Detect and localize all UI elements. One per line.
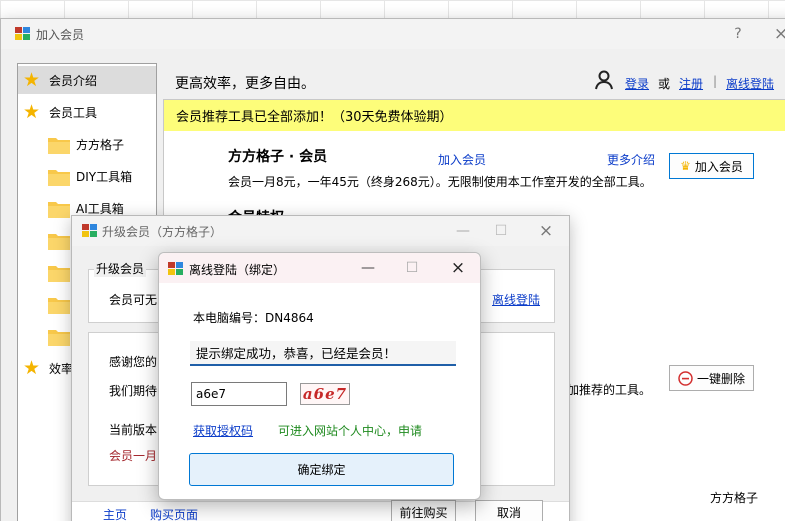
captcha-image[interactable]: a6e7: [300, 383, 350, 405]
delete-all-button[interactable]: 一键删除: [669, 365, 754, 391]
register-link[interactable]: 注册: [679, 75, 703, 92]
auth-code-input[interactable]: a6e7: [191, 382, 287, 406]
promo-banner-text: 会员推荐工具已全部添加！（30天免费体验期）: [176, 110, 453, 125]
promo-banner: 会员推荐工具已全部添加！（30天免费体验期）: [164, 100, 785, 131]
main-window-title: 加入会员: [36, 28, 85, 42]
sidebar-item-label: 会员介绍: [49, 73, 98, 88]
upgrade-maximize-button[interactable]: ☐: [491, 221, 511, 241]
star-icon: ★: [23, 357, 41, 379]
upgrade-close-button[interactable]: ×: [536, 221, 556, 241]
sidebar-folder-7[interactable]: [48, 322, 70, 350]
membership-title: 方方格子 · 会员: [228, 149, 328, 165]
status-textbox[interactable]: 提示绑定成功，恭喜，已经是会员！: [190, 341, 456, 366]
join-member-button[interactable]: ♛ 加入会员: [669, 153, 754, 179]
upgrade-offline-login-link[interactable]: 离线登陆: [492, 291, 540, 308]
main-close-button[interactable]: ×: [771, 24, 785, 44]
home-link[interactable]: 主页: [103, 506, 127, 521]
upgrade-group-label: 升级会员: [94, 260, 147, 277]
sidebar-folder-6[interactable]: [48, 290, 70, 318]
captcha-text: a6e7: [302, 385, 348, 403]
expect-text: 我们期待: [109, 384, 158, 398]
slogan-text: 更高效率，更多自由。: [175, 76, 315, 92]
crown-icon: ♛: [680, 159, 691, 173]
pc-number-label: 本电脑编号：DN4864: [193, 311, 314, 325]
folder-icon: [48, 136, 70, 154]
app-icon: [15, 27, 30, 40]
offline-maximize-button[interactable]: ☐: [402, 258, 422, 278]
member-text: 会员可无: [109, 293, 158, 307]
join-member-button-label: 加入会员: [694, 159, 743, 174]
main-title-bar[interactable]: 加入会员 ? ×: [1, 19, 785, 49]
cancel-button[interactable]: 取消: [475, 500, 543, 521]
offline-login-dialog: 离线登陆（绑定） — ☐ × 本电脑编号：DN4864 提示绑定成功，恭喜，已经…: [158, 252, 481, 500]
get-auth-code-link[interactable]: 获取授权码: [193, 422, 253, 439]
delete-all-button-label: 一键删除: [696, 371, 745, 386]
header-separator: |: [713, 74, 718, 88]
membership-desc: 会员一月8元，一年45元（终身268元）。无限制使用本工作室开发的全部工具。: [228, 175, 652, 189]
app-icon: [82, 224, 97, 237]
price-text: 会员一月: [109, 449, 158, 463]
thanks-text: 感谢您的: [109, 355, 158, 369]
folder-icon: [48, 168, 70, 186]
status-text: 提示绑定成功，恭喜，已经是会员！: [196, 346, 397, 361]
goto-buy-button[interactable]: 前往购买: [391, 500, 456, 521]
sidebar-item-label: 效率: [49, 361, 74, 376]
footer-brand: 方方格子: [710, 491, 759, 505]
or-text: 或: [658, 77, 671, 91]
folder-icon: [48, 264, 70, 282]
folder-icon: [48, 200, 70, 218]
sidebar-folder-5[interactable]: [48, 258, 70, 286]
sidebar-item-label: 会员工具: [49, 105, 98, 120]
upgrade-minimize-button[interactable]: —: [453, 221, 473, 241]
folder-icon: [48, 296, 70, 314]
sidebar-item-label: AI工具箱: [76, 201, 124, 216]
hint-text: 可进入网站个人中心，申请: [278, 424, 423, 438]
sidebar-item-fangfang[interactable]: 方方格子: [48, 130, 124, 158]
offline-dialog-title: 离线登陆（绑定）: [189, 263, 286, 277]
sidebar-item-diy-toolbox[interactable]: DIY工具箱: [48, 162, 132, 190]
buy-page-link[interactable]: 购买页面: [150, 506, 198, 521]
sidebar-item-member-tools[interactable]: ★ 会员工具: [18, 98, 97, 126]
offline-login-link[interactable]: 离线登陆: [726, 75, 774, 92]
sidebar-item-efficiency[interactable]: ★ 效率: [18, 354, 73, 382]
folder-icon: [48, 232, 70, 250]
recommend-text: 加推荐的工具。: [567, 383, 652, 397]
auth-code-value: a6e7: [196, 387, 227, 401]
cancel-button-label: 取消: [496, 505, 521, 520]
confirm-bind-button-label: 确定绑定: [297, 463, 346, 477]
minus-circle-icon: [678, 370, 693, 386]
folder-icon: [48, 328, 70, 346]
app-icon: [168, 262, 183, 275]
sidebar-item-member-intro[interactable]: ★ 会员介绍: [18, 66, 156, 94]
sidebar-folder-4[interactable]: [48, 226, 70, 254]
more-info-link[interactable]: 更多介绍: [607, 151, 655, 168]
offline-minimize-button[interactable]: —: [358, 258, 378, 278]
offline-close-button[interactable]: ×: [448, 258, 468, 278]
star-icon: ★: [23, 101, 41, 123]
upgrade-dialog-title: 升级会员（方方格子）: [102, 225, 223, 239]
sidebar-item-label: 方方格子: [76, 137, 125, 152]
version-text: 当前版本: [109, 423, 158, 437]
sidebar-item-label: DIY工具箱: [76, 169, 133, 184]
join-member-link[interactable]: 加入会员: [438, 151, 486, 168]
confirm-bind-button[interactable]: 确定绑定: [189, 453, 454, 486]
user-icon: [594, 70, 614, 93]
login-link[interactable]: 登录: [625, 75, 649, 92]
help-button[interactable]: ?: [728, 24, 748, 44]
goto-buy-button-label: 前往购买: [399, 505, 448, 520]
star-icon: ★: [23, 69, 41, 91]
